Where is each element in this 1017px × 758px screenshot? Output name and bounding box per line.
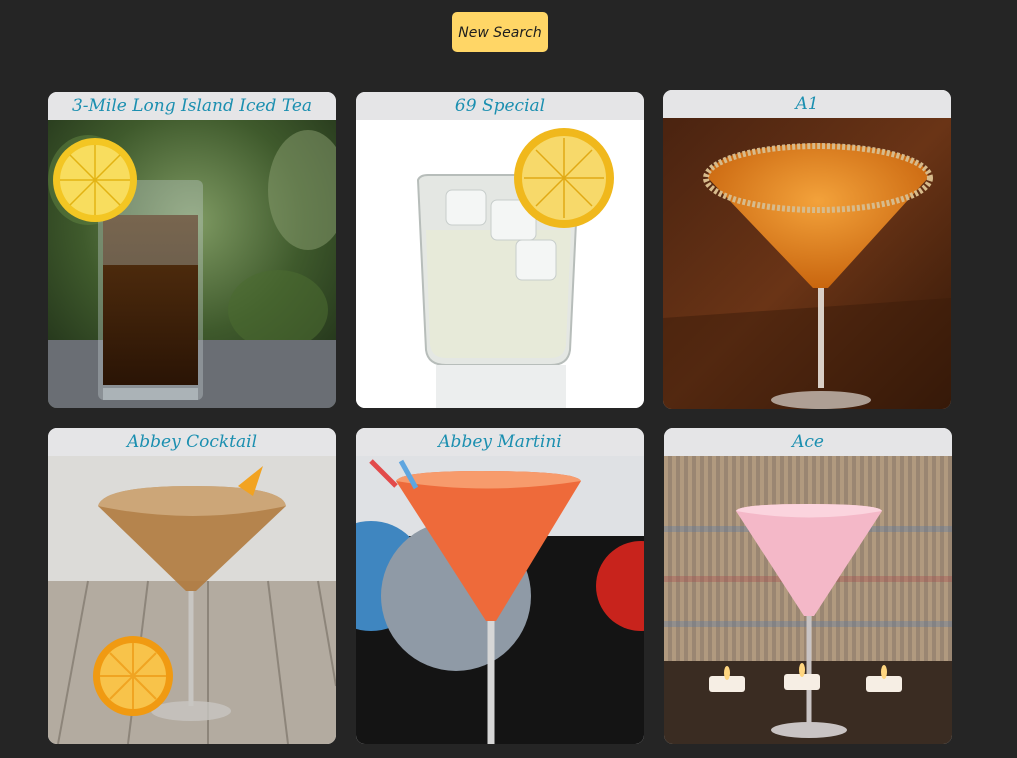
drink-card[interactable]: Abbey Cocktail bbox=[48, 428, 336, 744]
drink-name[interactable]: 3-Mile Long Island Iced Tea bbox=[48, 92, 336, 120]
drink-image[interactable] bbox=[48, 456, 336, 744]
drink-name[interactable]: 69 Special bbox=[356, 92, 644, 120]
drink-card[interactable]: A1 bbox=[663, 90, 951, 409]
new-search-button[interactable]: New Search bbox=[452, 12, 548, 52]
drink-name[interactable]: A1 bbox=[663, 90, 951, 118]
top-bar: New Search bbox=[0, 0, 1017, 70]
drink-image[interactable] bbox=[48, 120, 336, 408]
drink-image[interactable] bbox=[356, 456, 644, 744]
drink-card[interactable]: 3-Mile Long Island Iced Tea bbox=[48, 92, 336, 408]
drink-image[interactable] bbox=[663, 118, 951, 409]
drink-name[interactable]: Abbey Cocktail bbox=[48, 428, 336, 456]
drink-image[interactable] bbox=[356, 120, 644, 408]
drink-card[interactable]: Abbey Martini bbox=[356, 428, 644, 744]
drink-name[interactable]: Ace bbox=[664, 428, 952, 456]
drink-image[interactable] bbox=[664, 456, 952, 744]
drink-name[interactable]: Abbey Martini bbox=[356, 428, 644, 456]
drink-card[interactable]: 69 Special bbox=[356, 92, 644, 408]
drink-card[interactable]: Ace bbox=[664, 428, 952, 744]
